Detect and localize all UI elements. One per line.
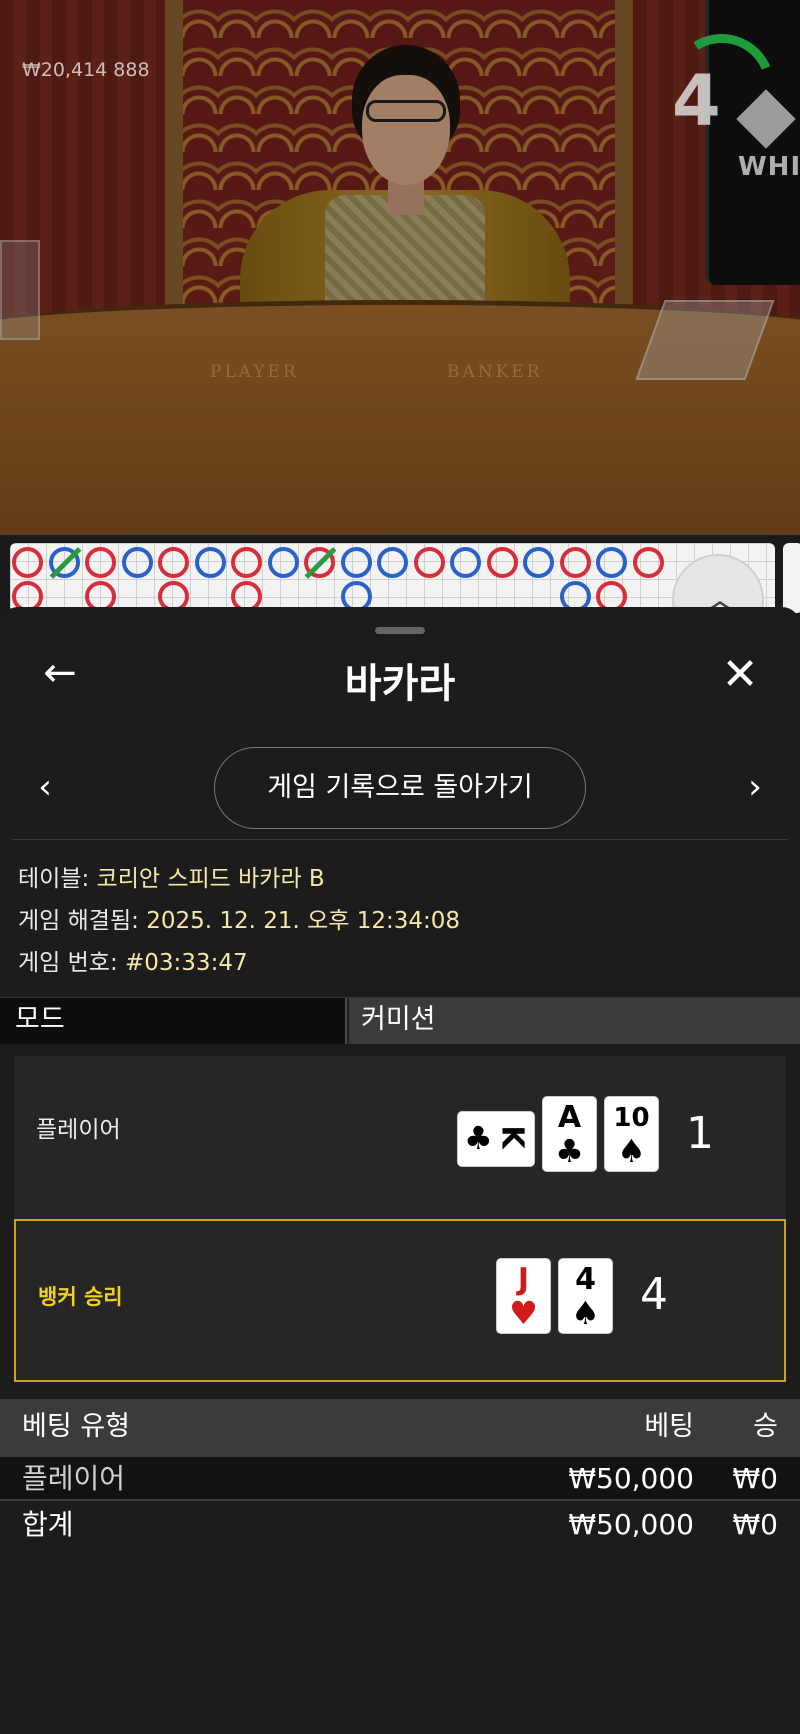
playing-card: J ♥ (496, 1258, 551, 1334)
game-number: #03:33:47 (125, 950, 248, 976)
drag-handle[interactable] (375, 627, 425, 634)
table-name: 코리안 스피드 바카라 B (96, 866, 325, 892)
road-bead (523, 547, 554, 578)
road-bead (340, 547, 372, 578)
playing-card: ♣ K (457, 1111, 535, 1167)
banker-hand: 뱅커 승리 J ♥ 4 ♠ 4 (14, 1219, 786, 1382)
tab-mode[interactable]: 모드 (0, 998, 347, 1044)
playing-card: 4 ♠ (558, 1258, 613, 1334)
bead-road[interactable] (10, 543, 775, 613)
mode-commission-tabs: 모드 커미션 (0, 997, 800, 1044)
road-bead (450, 547, 481, 578)
resolved-info: 게임 해결됨: 2025. 12. 21. 오후 12:34:08 (18, 908, 461, 934)
tab-commission[interactable]: 커미션 (349, 998, 800, 1044)
road-bead (377, 547, 408, 578)
player-total: 1 (686, 1108, 714, 1159)
col-bet: 베팅 (644, 1411, 694, 1442)
playing-card: 10 ♠ (604, 1096, 659, 1172)
previous-game-button[interactable]: ‹ (30, 767, 60, 807)
page-title: 바카라 (344, 661, 456, 707)
resolved-time: 2025. 12. 21. 오후 12:34:08 (146, 908, 461, 934)
banker-win-label: 뱅커 승리 (38, 1285, 123, 1309)
road-bead (559, 547, 591, 578)
road-bead (413, 547, 445, 578)
road-bead (486, 547, 518, 578)
total-row: 합계 ₩50,000 ₩0 (22, 1508, 778, 1541)
close-icon[interactable]: ✕ (716, 651, 764, 699)
road-bead (121, 547, 153, 578)
road-bead (158, 547, 189, 578)
playing-card: A ♣ (542, 1096, 597, 1172)
balance-display: ₩20,414 888 (22, 59, 150, 81)
countdown-timer: 4 (672, 60, 721, 142)
road-bead (12, 547, 43, 578)
game-number-info: 게임 번호: #03:33:47 (18, 950, 248, 976)
road-bead (267, 547, 299, 578)
back-to-history-button[interactable]: 게임 기록으로 돌아가기 (214, 747, 586, 829)
table-info: 테이블: 코리안 스피드 바카라 B (18, 866, 325, 892)
player-label: 플레이어 (36, 1117, 121, 1143)
road-bead (231, 547, 262, 578)
next-game-button[interactable]: › (740, 767, 770, 807)
road-bead (596, 547, 627, 578)
road-bead (194, 547, 226, 578)
col-bet-type: 베팅 유형 (22, 1411, 130, 1442)
table-row: 플레이어 ₩50,000 ₩0 (0, 1457, 800, 1501)
live-video-stream: WHITE PLAYER BANKER ₩20,414 888 4 (0, 0, 800, 535)
banker-total: 4 (640, 1269, 668, 1320)
road-bead (632, 547, 664, 578)
bet-table-header: 베팅 유형 베팅 승 (0, 1399, 800, 1457)
road-bead (85, 547, 116, 578)
game-detail-sheet: ← 바카라 ✕ ‹ 게임 기록으로 돌아가기 › 테이블: 코리안 스피드 바카… (0, 607, 800, 1734)
col-win: 승 (753, 1411, 778, 1442)
player-hand: 플레이어 ♣ K A ♣ 10 ♠ 1 (14, 1056, 786, 1219)
